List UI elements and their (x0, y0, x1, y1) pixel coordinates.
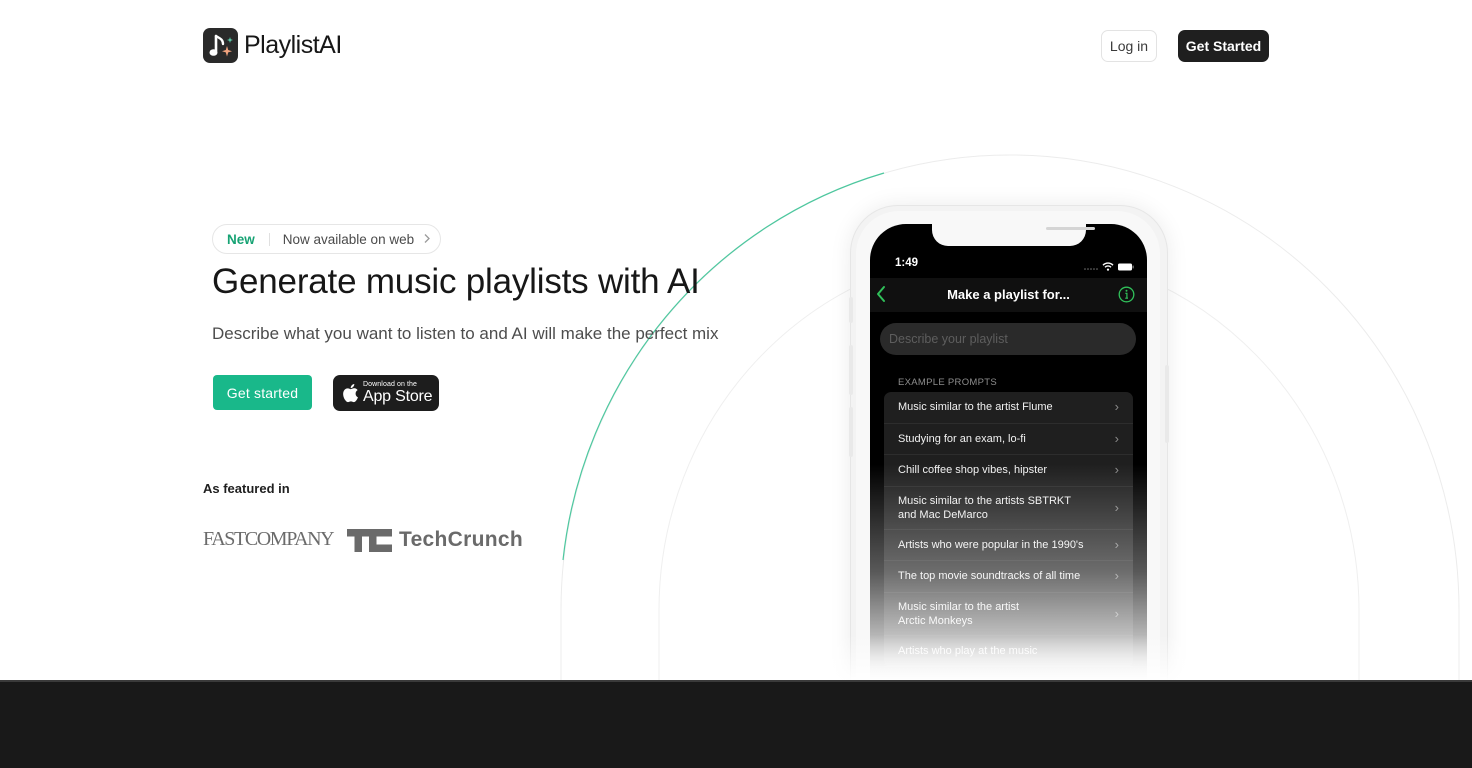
prompt-item[interactable]: Artists who were popular in the 1990's › (884, 530, 1133, 561)
status-icons (1084, 258, 1134, 276)
chevron-right-icon: › (1114, 462, 1119, 478)
appstore-big-text: App Store (363, 388, 433, 405)
prompt-text: Music similar to the artist Flume (898, 401, 1053, 414)
status-time: 1:49 (895, 257, 919, 269)
hero-subtitle: Describe what you want to listen to and … (212, 324, 719, 343)
login-button[interactable]: Log in (1101, 30, 1157, 62)
chevron-right-icon: › (1114, 536, 1119, 552)
new-badge: New (227, 231, 255, 247)
example-prompts-label: EXAMPLE PROMPTS (898, 377, 997, 388)
phone-nav-bar: Make a playlist for... (870, 278, 1147, 312)
appstore-small-text: Download on the (363, 381, 418, 388)
featured-label: As featured in (203, 481, 290, 496)
dark-section (0, 680, 1472, 768)
prompt-text: Studying for an exam, lo-fi (898, 432, 1026, 445)
phone-mockup: 1:49 Make a playlist for... Describe you… (830, 205, 1190, 725)
phone-side-button (1165, 365, 1169, 443)
wifi-icon (1102, 258, 1114, 276)
phone-nav-title: Make a playlist for... (947, 287, 1070, 302)
app-store-button[interactable]: Download on the App Store (333, 375, 439, 411)
chevron-right-icon (423, 232, 431, 247)
prompt-text: Music similar to the artist (898, 600, 1020, 613)
prompt-text: Artists who were popular in the 1990's (898, 538, 1084, 551)
techcrunch-logo: TechCrunch (347, 528, 523, 552)
music-note-sparkle-icon (203, 28, 238, 63)
brand-name: PlaylistAI (244, 31, 342, 59)
phone-side-button (849, 407, 853, 457)
chevron-right-icon: › (1114, 568, 1119, 584)
phone-screen: 1:49 Make a playlist for... Describe you… (870, 224, 1147, 704)
announcement-pill[interactable]: New Now available on web (212, 224, 441, 254)
techcrunch-mark-icon (347, 528, 392, 552)
techcrunch-wordmark: TechCrunch (399, 528, 523, 551)
hero-title: Generate music playlists with AI (212, 262, 700, 301)
prompt-item[interactable]: Music similar to the artist Arctic Monke… (884, 593, 1133, 636)
header-get-started-button[interactable]: Get Started (1178, 30, 1269, 62)
signal-dots-icon (1084, 258, 1098, 276)
prompt-text-line2: and Mac DeMarco (898, 508, 988, 521)
chevron-right-icon: › (1114, 430, 1119, 446)
phone-notch (932, 224, 1095, 246)
info-circle-icon[interactable] (1118, 286, 1135, 308)
fast-company-logo: FASTCOMPANY (203, 528, 335, 550)
describe-playlist-input[interactable]: Describe your playlist (880, 323, 1136, 355)
apple-icon (341, 383, 359, 403)
pill-divider (268, 232, 270, 246)
prompt-text-line2: Arctic Monkeys (898, 614, 973, 627)
example-prompts-list: Music similar to the artist Flume › Stud… (884, 392, 1133, 667)
chevron-right-icon: › (1114, 399, 1119, 415)
prompt-item[interactable]: Music similar to the artists SBTRKT and … (884, 487, 1133, 530)
prompt-item[interactable]: Music similar to the artist Flume › (884, 392, 1133, 424)
prompt-text: Music similar to the artists SBTRKT (898, 494, 1071, 507)
battery-icon (1118, 258, 1134, 276)
prompt-item[interactable]: Studying for an exam, lo-fi › (884, 424, 1133, 455)
chevron-right-icon: › (1114, 605, 1119, 621)
prompt-text: Chill coffee shop vibes, hipster (898, 464, 1047, 477)
phone-side-button (849, 297, 853, 323)
get-started-button[interactable]: Get started (213, 375, 312, 410)
phone-side-button (849, 345, 853, 395)
prompt-text: The top movie soundtracks of all time (898, 570, 1081, 583)
prompt-item[interactable]: Chill coffee shop vibes, hipster › (884, 455, 1133, 487)
green-arc-accent (562, 172, 885, 561)
site-header: PlaylistAI Log in Get Started (0, 0, 1472, 90)
announcement-text: Now available on web (282, 231, 415, 247)
phone-speaker (1046, 227, 1095, 230)
chevron-right-icon: › (1114, 499, 1119, 515)
brand-logo[interactable]: PlaylistAI (203, 28, 342, 63)
prompt-item[interactable]: The top movie soundtracks of all time › (884, 561, 1133, 593)
